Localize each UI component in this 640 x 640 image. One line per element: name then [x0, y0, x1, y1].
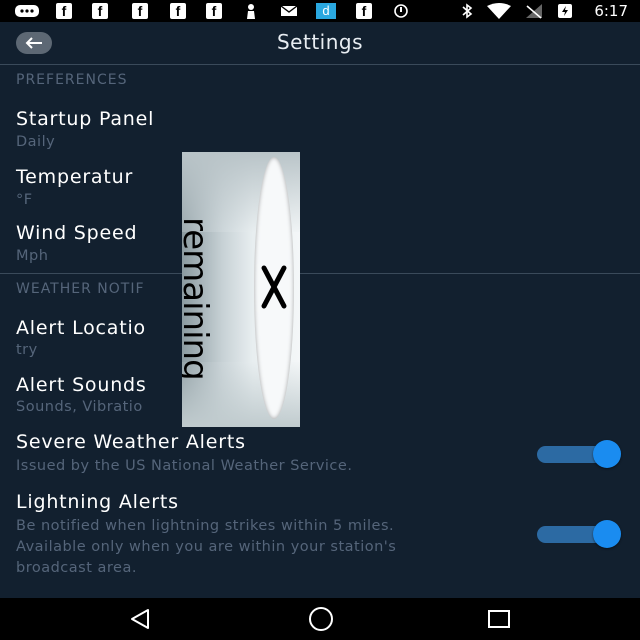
setting-value: try	[16, 342, 38, 358]
mail-icon	[280, 3, 298, 19]
square-recents-icon	[488, 610, 510, 628]
triangle-back-icon	[131, 609, 149, 629]
setting-title: Lightning Alerts	[16, 491, 179, 513]
status-bar: f f f f f d f 6:17	[0, 0, 640, 22]
setting-title: Alert Sounds	[16, 374, 147, 396]
overlay-ad-image[interactable]: remaining	[182, 152, 300, 427]
setting-description-line: Be notified when lightning strikes withi…	[16, 518, 395, 534]
setting-startup-panel[interactable]: Startup Panel Daily	[0, 100, 640, 156]
sync-icon	[392, 3, 410, 19]
setting-severe-weather-alerts[interactable]: Severe Weather Alerts Issued by the US N…	[0, 423, 640, 483]
wifi-icon	[486, 3, 512, 19]
lightning-alerts-toggle[interactable]	[537, 519, 625, 549]
setting-value: Mph	[16, 248, 49, 264]
nav-recents-button[interactable]	[486, 606, 512, 632]
clock-time: 6:17	[594, 2, 628, 20]
setting-description-line: Available only when you are within your …	[16, 539, 397, 555]
section-header-weather-notifications: WEATHER NOTIF	[16, 281, 145, 297]
system-navigation-bar	[0, 598, 640, 640]
setting-wind-speed[interactable]: Wind Speed Mph	[0, 214, 640, 270]
section-divider	[0, 273, 640, 274]
close-icon[interactable]	[256, 262, 292, 312]
no-signal-icon	[524, 3, 544, 19]
setting-alert-location[interactable]: Alert Locatio try	[0, 309, 640, 365]
facebook-icon: f	[132, 3, 148, 19]
setting-temperature[interactable]: Temperatur °F	[0, 158, 640, 214]
page-title: Settings	[276, 30, 364, 54]
facebook-icon: f	[206, 3, 222, 19]
setting-lightning-alerts[interactable]: Lightning Alerts Be notified when lightn…	[0, 483, 640, 583]
setting-title: Startup Panel	[16, 108, 155, 130]
facebook-icon: f	[56, 3, 72, 19]
nav-back-button[interactable]	[128, 606, 154, 632]
bluetooth-icon	[460, 3, 474, 19]
dictionary-icon: d	[316, 3, 336, 19]
messages-icon	[14, 3, 40, 19]
battery-charging-icon	[556, 3, 574, 19]
nav-home-button[interactable]	[306, 606, 336, 632]
circle-home-icon	[309, 607, 333, 631]
facebook-icon: f	[170, 3, 186, 19]
setting-description-line: broadcast area.	[16, 560, 137, 576]
facebook-icon: f	[356, 3, 372, 19]
facebook-icon: f	[92, 3, 108, 19]
person-icon	[244, 3, 258, 19]
ad-text: remaining	[182, 217, 215, 380]
toggle-knob	[593, 440, 621, 468]
toggle-knob	[593, 520, 621, 548]
severe-weather-alerts-toggle[interactable]	[537, 439, 625, 469]
setting-title: Alert Locatio	[16, 317, 146, 339]
setting-alert-sounds[interactable]: Alert Sounds Sounds, Vibratio	[0, 366, 640, 422]
setting-title: Severe Weather Alerts	[16, 431, 246, 453]
setting-description: Issued by the US National Weather Servic…	[16, 458, 353, 474]
setting-value: °F	[16, 192, 33, 208]
section-header-preferences: PREFERENCES	[16, 72, 128, 88]
setting-value: Daily	[16, 134, 56, 150]
app-header: Settings	[0, 22, 640, 65]
setting-title: Temperatur	[16, 166, 134, 188]
setting-title: Wind Speed	[16, 222, 138, 244]
setting-value: Sounds, Vibratio	[16, 399, 143, 415]
